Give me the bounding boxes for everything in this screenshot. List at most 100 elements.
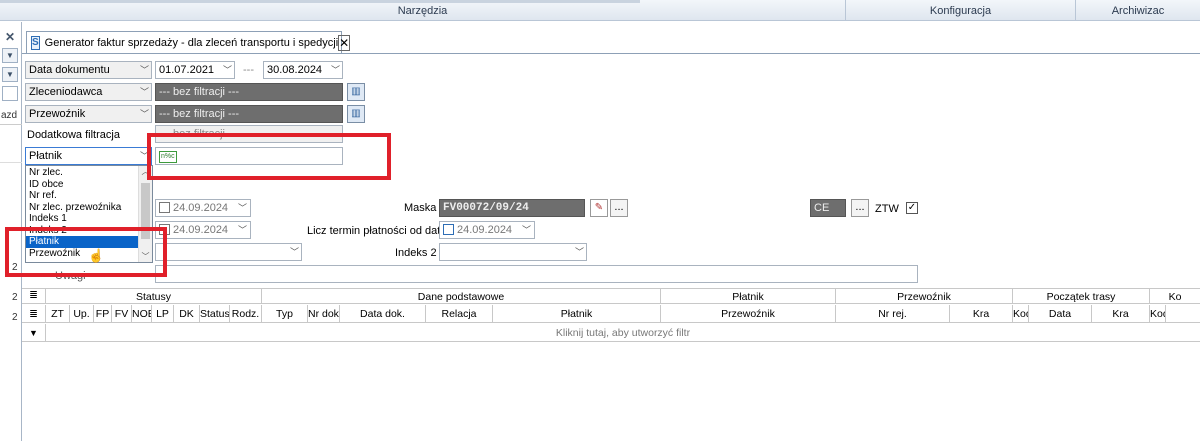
panel-text-fragment: azd [1, 110, 18, 121]
index2-label: Indeks 2 [395, 247, 437, 259]
book-lookup-icon[interactable]: ▥ [347, 83, 365, 101]
panel-dropdown-icon[interactable]: ▼ [2, 67, 18, 82]
grid-filter-row[interactable]: ▼ Kliknij tutaj, aby utworzyć filtr [22, 324, 1200, 342]
currency-more-button[interactable]: ... [851, 199, 869, 217]
column-header[interactable]: Data [1029, 305, 1092, 322]
carrier-filter-field[interactable]: --- bez filtracji --- [155, 105, 343, 123]
filter-icon[interactable]: ▼ [22, 324, 46, 341]
mask-more-button[interactable]: ... [610, 199, 628, 217]
filter-hint[interactable]: Kliknij tutaj, aby utworzyć filtr [46, 324, 1200, 342]
column-header[interactable]: Up. [70, 305, 94, 322]
mask-label: Maska [404, 202, 437, 214]
ztw-label: ZTW [875, 203, 899, 215]
chevron-down-icon: ﹀ [139, 87, 149, 97]
grid-column-header-row: ≣ ZTUp.FPFVNOBLPDKStatusRodz.TypNr dok.D… [22, 305, 1200, 323]
mask-field[interactable]: FV00072/09/24 [439, 199, 585, 217]
notes-input[interactable] [155, 265, 918, 283]
ribbon-group-label: Narzędzia [397, 5, 448, 17]
column-header[interactable]: DK [174, 305, 200, 322]
column-header[interactable]: Status [200, 305, 230, 322]
list-item[interactable]: Nr zlec. przewoźnika [26, 202, 152, 214]
column-header[interactable]: FV [112, 305, 132, 322]
close-icon[interactable]: ✕ [338, 34, 351, 51]
divider [0, 124, 22, 125]
column-chooser-icon[interactable]: ≣ [22, 305, 46, 322]
date-value: 24.09.2024 [457, 224, 513, 236]
column-header[interactable]: Przewoźnik [661, 305, 836, 322]
column-header[interactable]: FP [94, 305, 112, 322]
ztw-checkbox[interactable]: ✓ [906, 202, 918, 214]
group-header-basic-data: Dane podstawowe [262, 289, 661, 303]
list-item[interactable]: Nr ref. [26, 190, 152, 202]
chevron-down-icon: ﹀ [237, 225, 247, 235]
group-header-route-start: Początek trasy [1013, 289, 1150, 303]
chevron-down-icon: ﹀ [139, 65, 149, 75]
column-header[interactable]: Nr rej. [836, 305, 950, 322]
list-item[interactable]: Nr zlec. [26, 167, 152, 179]
highlight-box [147, 133, 391, 180]
column-header[interactable]: Nr dok. [308, 305, 340, 322]
date-field-select[interactable]: Data dokumentu ﹀ [25, 61, 152, 79]
extra-filter-label: Dodatkowa filtracja [27, 129, 120, 141]
document-tab[interactable]: S Generator faktur sprzedaży - dla zlece… [26, 31, 351, 53]
date-separator: --- [243, 64, 254, 76]
currency-field[interactable]: CE [810, 199, 846, 217]
column-header[interactable]: Kod poczt. [1013, 305, 1029, 322]
select-value: Przewoźnik [29, 108, 86, 120]
column-header[interactable]: Relacja [426, 305, 493, 322]
column-header[interactable]: Kra [950, 305, 1013, 322]
app-logo-icon: S [31, 35, 40, 50]
date-from-picker[interactable]: 01.07.2021 ﹀ [155, 61, 235, 79]
column-header[interactable]: Data dok. [340, 305, 426, 322]
chevron-down-icon: ﹀ [521, 225, 531, 235]
client-field-select[interactable]: Zleceniodawca ﹀ [25, 83, 152, 101]
index1-select[interactable]: ﹀ [155, 243, 302, 261]
column-header[interactable]: NOB [132, 305, 152, 322]
select-value: Zleceniodawca [29, 86, 103, 98]
column-header[interactable]: ZT [46, 305, 70, 322]
panel-input[interactable] [2, 86, 18, 101]
ribbon-group-config[interactable]: Konfiguracja [845, 0, 1075, 21]
book-lookup-icon[interactable]: ▥ [347, 105, 365, 123]
index2-select[interactable]: ﹀ [439, 243, 587, 261]
extra-filter-select[interactable]: Płatnik ﹀ [25, 147, 152, 165]
payment-term-label: Licz termin płatności od daty [307, 225, 446, 237]
date-value: 24.09.2024 [173, 202, 229, 214]
row-number: 2 [12, 312, 18, 323]
chevron-down-icon: ﹀ [139, 109, 149, 119]
column-header[interactable]: Kra [1092, 305, 1150, 322]
column-chooser-icon[interactable]: ≣ [22, 289, 46, 303]
sale-date-picker[interactable]: 24.09.2024 ﹀ [155, 221, 251, 239]
ribbon-group-tools[interactable]: Narzędzia [0, 0, 845, 21]
tab-title: Generator faktur sprzedaży - dla zleceń … [44, 36, 339, 49]
list-item[interactable]: Indeks 1 [26, 213, 152, 225]
column-header[interactable]: LP [152, 305, 174, 322]
column-header[interactable]: Płatnik [493, 305, 661, 322]
checkbox[interactable] [159, 202, 170, 213]
panel-close-icon[interactable]: ✕ [5, 30, 15, 44]
mask-edit-icon[interactable]: ✎ [590, 199, 608, 217]
issue-date-picker[interactable]: 24.09.2024 ﹀ [155, 199, 251, 217]
ribbon-group-label: Archiwizac [1111, 5, 1165, 17]
column-header[interactable]: Typ [262, 305, 308, 322]
date-value: 24.09.2024 [173, 224, 229, 236]
client-filter-field[interactable]: --- bez filtracji --- [155, 83, 343, 101]
column-header[interactable]: Rodz. [230, 305, 262, 322]
date-value: 01.07.2021 [159, 64, 215, 76]
checkbox[interactable] [443, 224, 454, 235]
chevron-down-icon: ﹀ [330, 65, 340, 75]
ribbon-group-label: Konfiguracja [929, 5, 992, 17]
ribbon-group-archive[interactable]: Archiwizac [1075, 0, 1200, 21]
panel-dropdown-icon[interactable]: ▼ [2, 48, 18, 63]
group-header-truncated: Ko [1168, 291, 1182, 303]
date-to-picker[interactable]: 30.08.2024 ﹀ [263, 61, 343, 79]
ribbon-group-bar: Narzędzia Konfiguracja Archiwizac [0, 0, 1200, 21]
column-header[interactable]: Kod p [1150, 305, 1166, 322]
list-item[interactable]: ID obce [26, 179, 152, 191]
payment-date-picker[interactable]: 24.09.2024 ﹀ [439, 221, 535, 239]
date-value: 30.08.2024 [267, 64, 323, 76]
carrier-field-select[interactable]: Przewoźnik ﹀ [25, 105, 152, 123]
group-header-carrier: Przewoźnik [836, 289, 1013, 303]
group-header-payer: Płatnik [661, 289, 836, 303]
group-header-statuses: Statusy [46, 289, 262, 303]
